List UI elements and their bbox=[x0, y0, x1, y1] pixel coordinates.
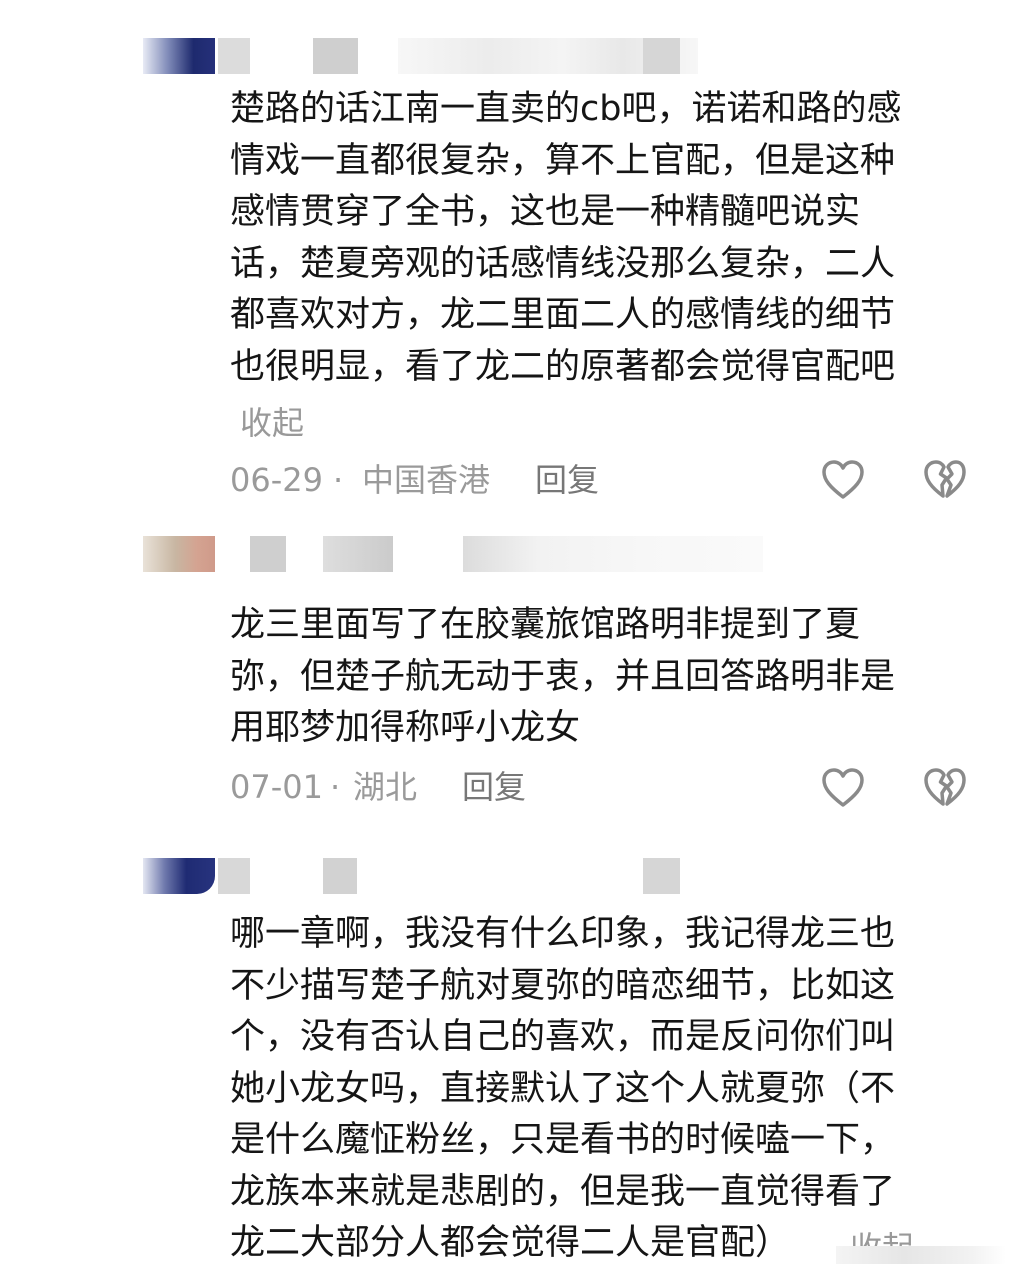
comment-meta: 07-01 · 湖北 回复 bbox=[230, 767, 990, 807]
watermark bbox=[836, 1234, 1016, 1274]
avatar[interactable] bbox=[143, 536, 215, 572]
username-blur bbox=[463, 536, 763, 572]
username-blur[interactable] bbox=[218, 38, 250, 74]
collapse-button[interactable]: 收起 bbox=[240, 398, 304, 444]
comment-location: 中国香港 bbox=[362, 461, 491, 499]
meta-separator: · bbox=[330, 768, 341, 806]
username-blur bbox=[643, 38, 680, 74]
username-blur bbox=[323, 858, 357, 894]
broken-heart-icon[interactable] bbox=[922, 457, 968, 503]
comment-text: 龙三里面写了在胶囊旅馆路明非提到了夏 弥，但楚子航无动于衷，并且回答路明非是 用… bbox=[230, 605, 896, 748]
comment-text: 哪一章啊，我没有什么印象，我记得龙三也 不少描写楚子航对夏弥的暗恋细节，比如这 … bbox=[230, 914, 896, 1263]
meta-separator: · bbox=[333, 461, 344, 499]
comment-header bbox=[143, 38, 1003, 74]
comment-text: 楚路的话江南一直卖的cb吧，诺诺和路的感 情戏一直都很复杂，算不上官配，但是这种… bbox=[230, 89, 902, 387]
comment-date: 06-29 bbox=[230, 461, 323, 499]
comment-header bbox=[143, 858, 1003, 894]
username-blur bbox=[323, 536, 393, 572]
username-blur[interactable] bbox=[218, 858, 250, 894]
comment-meta: 06-29 · 中国香港 回复 bbox=[230, 460, 990, 500]
reply-button[interactable]: 回复 bbox=[462, 767, 526, 807]
heart-outline-icon[interactable] bbox=[820, 765, 866, 811]
heart-outline-icon[interactable] bbox=[820, 457, 866, 503]
comment-header bbox=[143, 536, 1003, 572]
username-blur bbox=[313, 38, 358, 74]
avatar[interactable] bbox=[143, 858, 215, 894]
comment-location: 湖北 bbox=[353, 768, 418, 806]
broken-heart-icon[interactable] bbox=[922, 765, 968, 811]
username-blur[interactable] bbox=[250, 536, 286, 572]
reply-button[interactable]: 回复 bbox=[535, 460, 599, 500]
username-blur bbox=[643, 858, 680, 894]
avatar[interactable] bbox=[143, 38, 215, 74]
comment-date: 07-01 bbox=[230, 768, 323, 806]
